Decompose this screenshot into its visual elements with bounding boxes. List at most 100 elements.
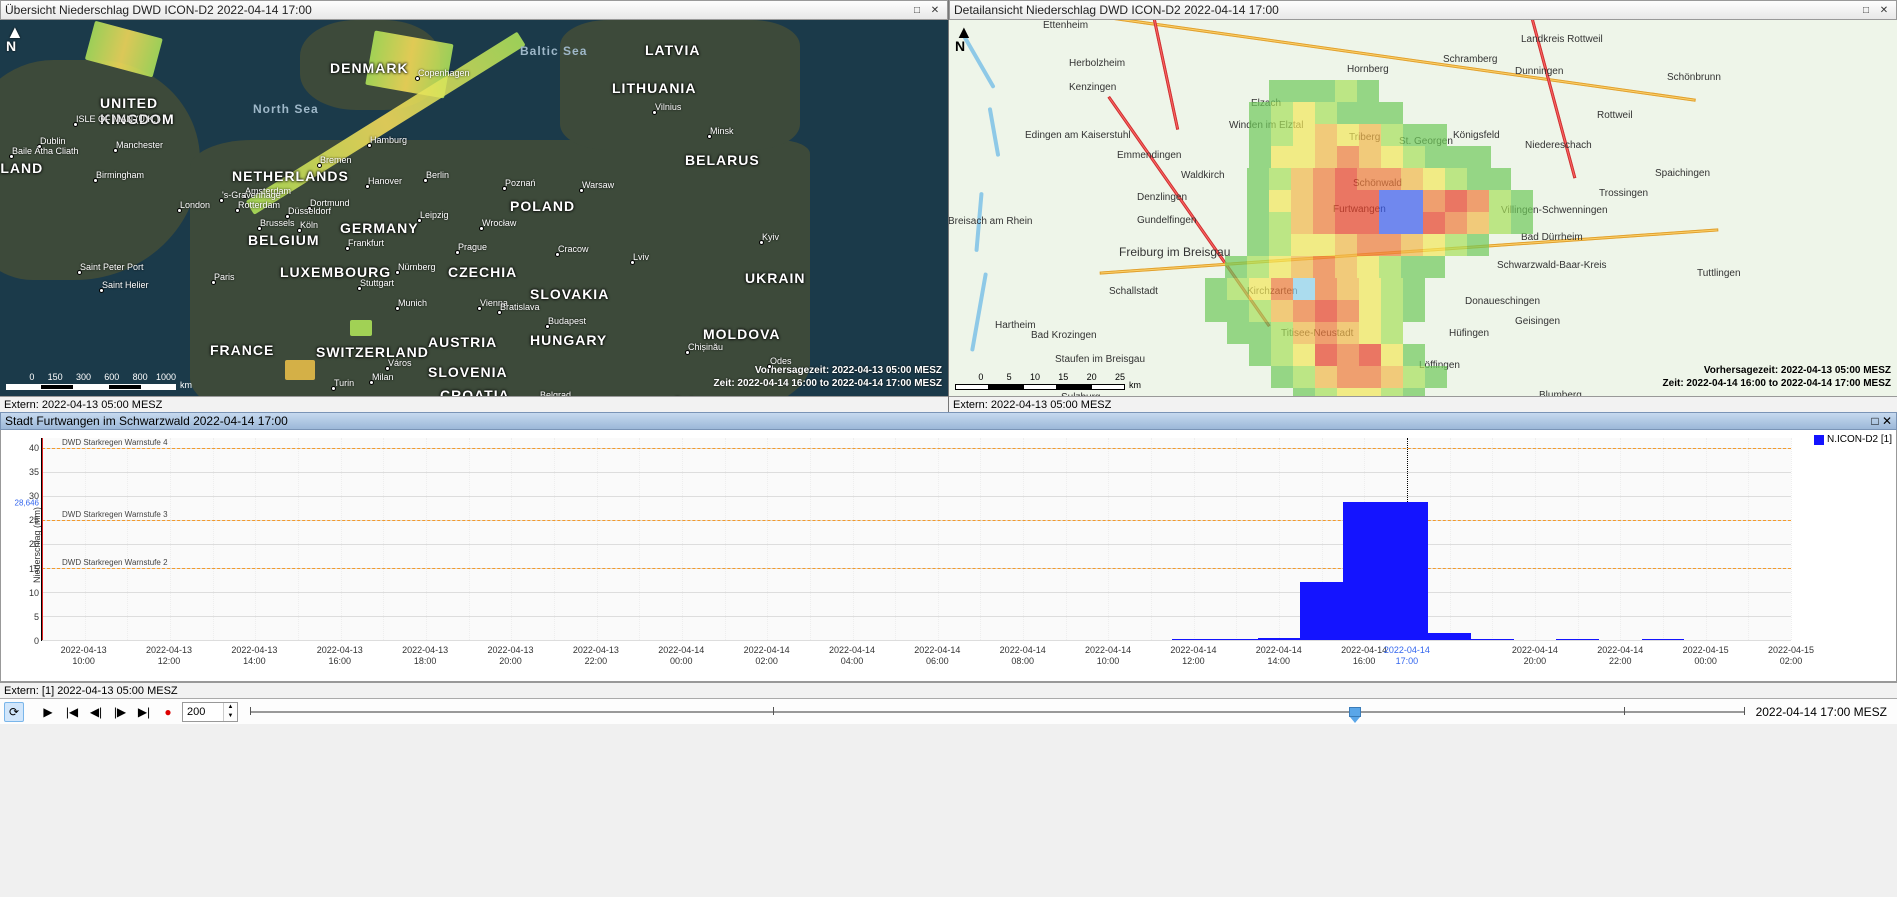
- detail-city-label: Freiburg im Breisgau: [1119, 245, 1230, 259]
- precip-cell: [1293, 278, 1315, 300]
- detail-map-body[interactable]: ▲ N 0510152025 km Vorhersagezeit: 2022-0…: [949, 20, 1897, 396]
- city-label: Birmingham: [96, 170, 144, 180]
- city-label: Nürnberg: [398, 262, 436, 272]
- city-label: Warsaw: [582, 180, 614, 190]
- timeline-thumb[interactable]: [1349, 707, 1361, 717]
- precip-cell: [1423, 256, 1445, 278]
- bar: [1300, 582, 1343, 640]
- overview-titlebar[interactable]: Übersicht Niederschlag DWD ICON-D2 2022-…: [0, 0, 948, 20]
- detail-close-button[interactable]: ✕: [1876, 3, 1892, 17]
- refresh-button[interactable]: ⟳: [4, 702, 24, 722]
- sea-label: Baltic Sea: [520, 44, 587, 58]
- precip-cell: [1293, 124, 1315, 146]
- precip-cell: [1313, 168, 1335, 190]
- city-label: Bratislava: [500, 302, 540, 312]
- chart-titlebar[interactable]: Stadt Furtwangen im Schwarzwald 2022-04-…: [0, 412, 1897, 430]
- chart-body[interactable]: Niederschlag (mm) 051015202530354028,646…: [0, 430, 1897, 682]
- detail-city-label: Ettenheim: [1043, 20, 1088, 31]
- speed-down-button[interactable]: ▼: [224, 712, 237, 721]
- detail-city-label: Dunningen: [1515, 66, 1563, 77]
- precip-cell: [1359, 102, 1381, 124]
- speed-input[interactable]: [183, 703, 223, 721]
- country-label: BELARUS: [685, 152, 760, 168]
- precip-cell: [1293, 344, 1315, 366]
- country-label: CZECHIA: [448, 264, 517, 280]
- precip-cell: [1293, 146, 1315, 168]
- chart-close-button[interactable]: ✕: [1882, 414, 1892, 428]
- precip-cell: [1423, 190, 1445, 212]
- timeline-slider[interactable]: [250, 704, 1744, 720]
- overview-map-body[interactable]: ▲ N 01503006008001000 km Vorhersagezeit:…: [0, 20, 948, 396]
- bar: [1428, 633, 1471, 640]
- precip-cell: [1249, 146, 1271, 168]
- detail-city-label: Denzlingen: [1137, 192, 1187, 203]
- city-label: Poznań: [505, 178, 536, 188]
- precip-cell: [1247, 234, 1269, 256]
- detail-city-label: Schallstadt: [1109, 286, 1158, 297]
- precip-cell: [1381, 366, 1403, 388]
- precip-cell: [1401, 190, 1423, 212]
- x-axis: 2022-04-1310:002022-04-1312:002022-04-13…: [41, 641, 1791, 681]
- precip-cell: [1401, 234, 1423, 256]
- precip-cell: [1379, 234, 1401, 256]
- detail-city-label: Spaichingen: [1655, 168, 1710, 179]
- precip-cell: [1249, 124, 1271, 146]
- x-tick: 2022-04-1320:00: [487, 645, 533, 667]
- precip-cell: [1445, 168, 1467, 190]
- chart-pane: Stadt Furtwangen im Schwarzwald 2022-04-…: [0, 412, 1897, 698]
- precip-cell: [1205, 300, 1227, 322]
- city-label: Chișinău: [688, 342, 723, 352]
- precip-cell: [1489, 212, 1511, 234]
- y-tick: 25: [29, 515, 39, 525]
- precip-cell: [1315, 278, 1337, 300]
- compass-icon: ▲: [955, 26, 973, 38]
- detail-city-label: Edingen am Kaiserstuhl: [1025, 130, 1131, 141]
- playback-toolbar: ⟳ ▶ |◀ ◀| |▶ ▶| ● ▲ ▼ 2022-04-14 17:00 M…: [0, 698, 1897, 724]
- prev-button[interactable]: ◀|: [86, 702, 106, 722]
- y-tick: 40: [29, 443, 39, 453]
- precip-cell: [1401, 256, 1423, 278]
- bar: [1343, 502, 1386, 640]
- precip-cell: [1447, 146, 1469, 168]
- last-button[interactable]: ▶|: [134, 702, 154, 722]
- chart-maximize-button[interactable]: □: [1871, 414, 1878, 428]
- precip-cell: [1205, 278, 1227, 300]
- overview-maximize-button[interactable]: □: [909, 3, 925, 17]
- record-button[interactable]: ●: [158, 702, 178, 722]
- threshold-label: DWD Starkregen Warnstufe 4: [62, 438, 168, 447]
- first-button[interactable]: |◀: [62, 702, 82, 722]
- plot-area[interactable]: DWD Starkregen Warnstufe 2DWD Starkregen…: [41, 438, 1791, 641]
- precip-cell: [1359, 344, 1381, 366]
- detail-city-label: Tuttlingen: [1697, 268, 1741, 279]
- bar: [1172, 639, 1215, 640]
- precip-cell: [1379, 256, 1401, 278]
- precip-cell: [1247, 168, 1269, 190]
- precip-cell: [1313, 256, 1335, 278]
- overview-close-button[interactable]: ✕: [927, 3, 943, 17]
- detail-titlebar[interactable]: Detailansicht Niederschlag DWD ICON-D2 2…: [949, 0, 1897, 20]
- country-label: GERMANY: [340, 220, 419, 236]
- country-label: SLOVENIA: [428, 364, 508, 380]
- city-label: Brussels: [260, 218, 295, 228]
- detail-city-label: Bad Krozingen: [1031, 330, 1097, 341]
- play-button[interactable]: ▶: [38, 702, 58, 722]
- precip-cell: [1335, 212, 1357, 234]
- detail-maximize-button[interactable]: □: [1858, 3, 1874, 17]
- sea-label: North Sea: [253, 102, 319, 116]
- next-button[interactable]: |▶: [110, 702, 130, 722]
- country-label: CROATIA: [440, 387, 510, 396]
- precip-cell: [1293, 102, 1315, 124]
- precip-cell: [1337, 146, 1359, 168]
- city-label: Buchar: [675, 395, 704, 396]
- precip-cell: [1271, 146, 1293, 168]
- city-label: Prague: [458, 242, 487, 252]
- city-label: Budapest: [548, 316, 586, 326]
- city-label: Leipzig: [420, 210, 449, 220]
- speed-up-button[interactable]: ▲: [224, 703, 237, 712]
- precip-cell: [1489, 190, 1511, 212]
- precip-cell: [1403, 366, 1425, 388]
- precip-cell: [1227, 278, 1249, 300]
- precip-cell: [1489, 168, 1511, 190]
- precip-cell: [1425, 366, 1447, 388]
- precip-cell: [1357, 80, 1379, 102]
